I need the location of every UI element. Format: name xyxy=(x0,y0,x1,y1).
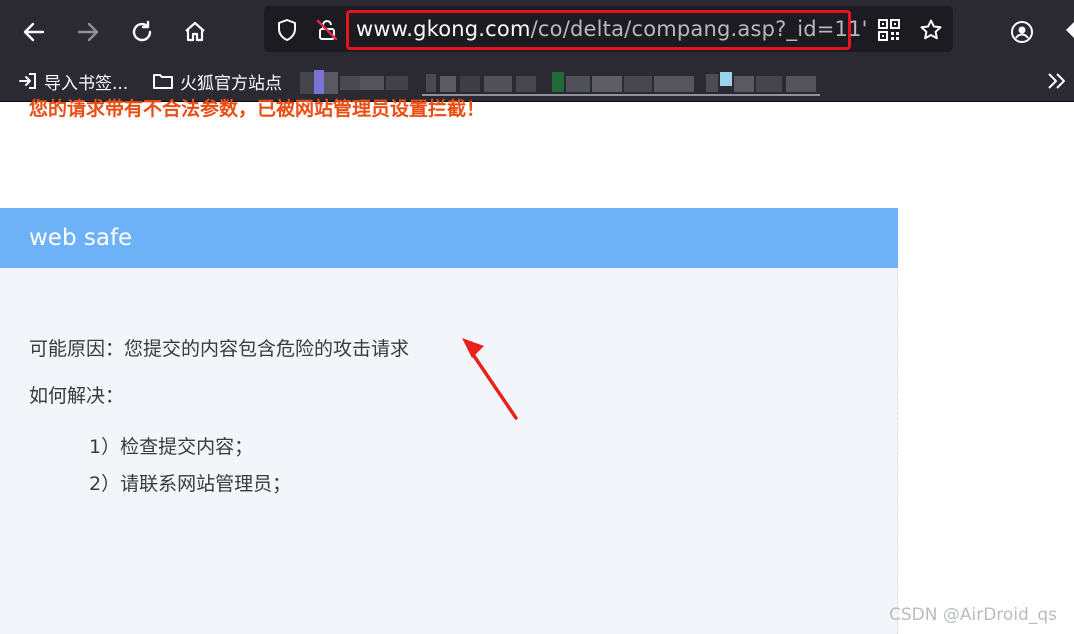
bookmark-firefox-site[interactable]: 火狐官方站点 xyxy=(152,68,282,94)
reload-icon xyxy=(132,20,152,42)
home-icon xyxy=(185,21,205,42)
import-icon xyxy=(19,73,36,89)
url-path: /co/delta/compang.asp?_id=11' xyxy=(530,17,868,41)
back-icon xyxy=(23,22,45,42)
warning-message: 您的请求带有不合法参数，已被网站管理员设置拦截！ xyxy=(29,98,486,120)
account-icon xyxy=(1011,21,1033,43)
forward-button[interactable] xyxy=(70,14,106,50)
watermark: CSDN @AirDroid_qs xyxy=(889,605,1057,625)
url-input[interactable]: www.gkong.com/co/delta/compang.asp?_id=1… xyxy=(356,17,868,41)
possible-reason: 可能原因：您提交的内容包含危险的攻击请求 xyxy=(29,338,410,360)
reload-button[interactable] xyxy=(124,14,160,50)
home-button[interactable] xyxy=(177,14,213,50)
panel-header: web safe xyxy=(0,208,898,268)
site-info-button[interactable] xyxy=(315,18,339,42)
overflow-chevron-icon xyxy=(1048,73,1065,89)
bookmarks-overflow-button[interactable] xyxy=(1044,68,1070,94)
qr-code-button[interactable] xyxy=(877,18,901,42)
redacted-bookmarks xyxy=(300,68,820,96)
solution-step-1: 1）检查提交内容； xyxy=(89,436,254,458)
browser-toolbar: www.gkong.com/co/delta/compang.asp?_id=1… xyxy=(0,0,1074,102)
bookmark-import[interactable]: 导入书签... xyxy=(18,68,128,94)
folder-icon xyxy=(153,74,173,89)
url-domain: www.gkong.com xyxy=(356,17,531,41)
address-bar[interactable]: www.gkong.com/co/delta/compang.asp?_id=1… xyxy=(264,6,953,52)
insecure-lock-icon xyxy=(316,19,338,41)
bookmark-firefox-label: 火狐官方站点 xyxy=(180,73,282,94)
web-safe-panel: web safe xyxy=(0,208,898,634)
how-to-solve-title: 如何解决： xyxy=(29,385,125,407)
solution-step-2: 2）请联系网站管理员； xyxy=(89,473,292,495)
panel-title: web safe xyxy=(29,225,133,251)
bookmark-star-icon xyxy=(920,19,942,40)
qr-code-icon xyxy=(878,19,900,41)
shield-icon xyxy=(278,19,296,41)
annotation-arrow xyxy=(462,338,518,420)
tracking-protection-button[interactable] xyxy=(275,18,299,42)
forward-icon xyxy=(77,22,99,42)
bookmark-import-label: 导入书签... xyxy=(44,73,129,94)
menu-button[interactable] xyxy=(1062,18,1074,42)
bookmark-page-button[interactable] xyxy=(919,18,943,42)
back-button[interactable] xyxy=(16,14,52,50)
account-button[interactable] xyxy=(1004,14,1040,50)
tab-edge-icon xyxy=(1066,22,1074,38)
